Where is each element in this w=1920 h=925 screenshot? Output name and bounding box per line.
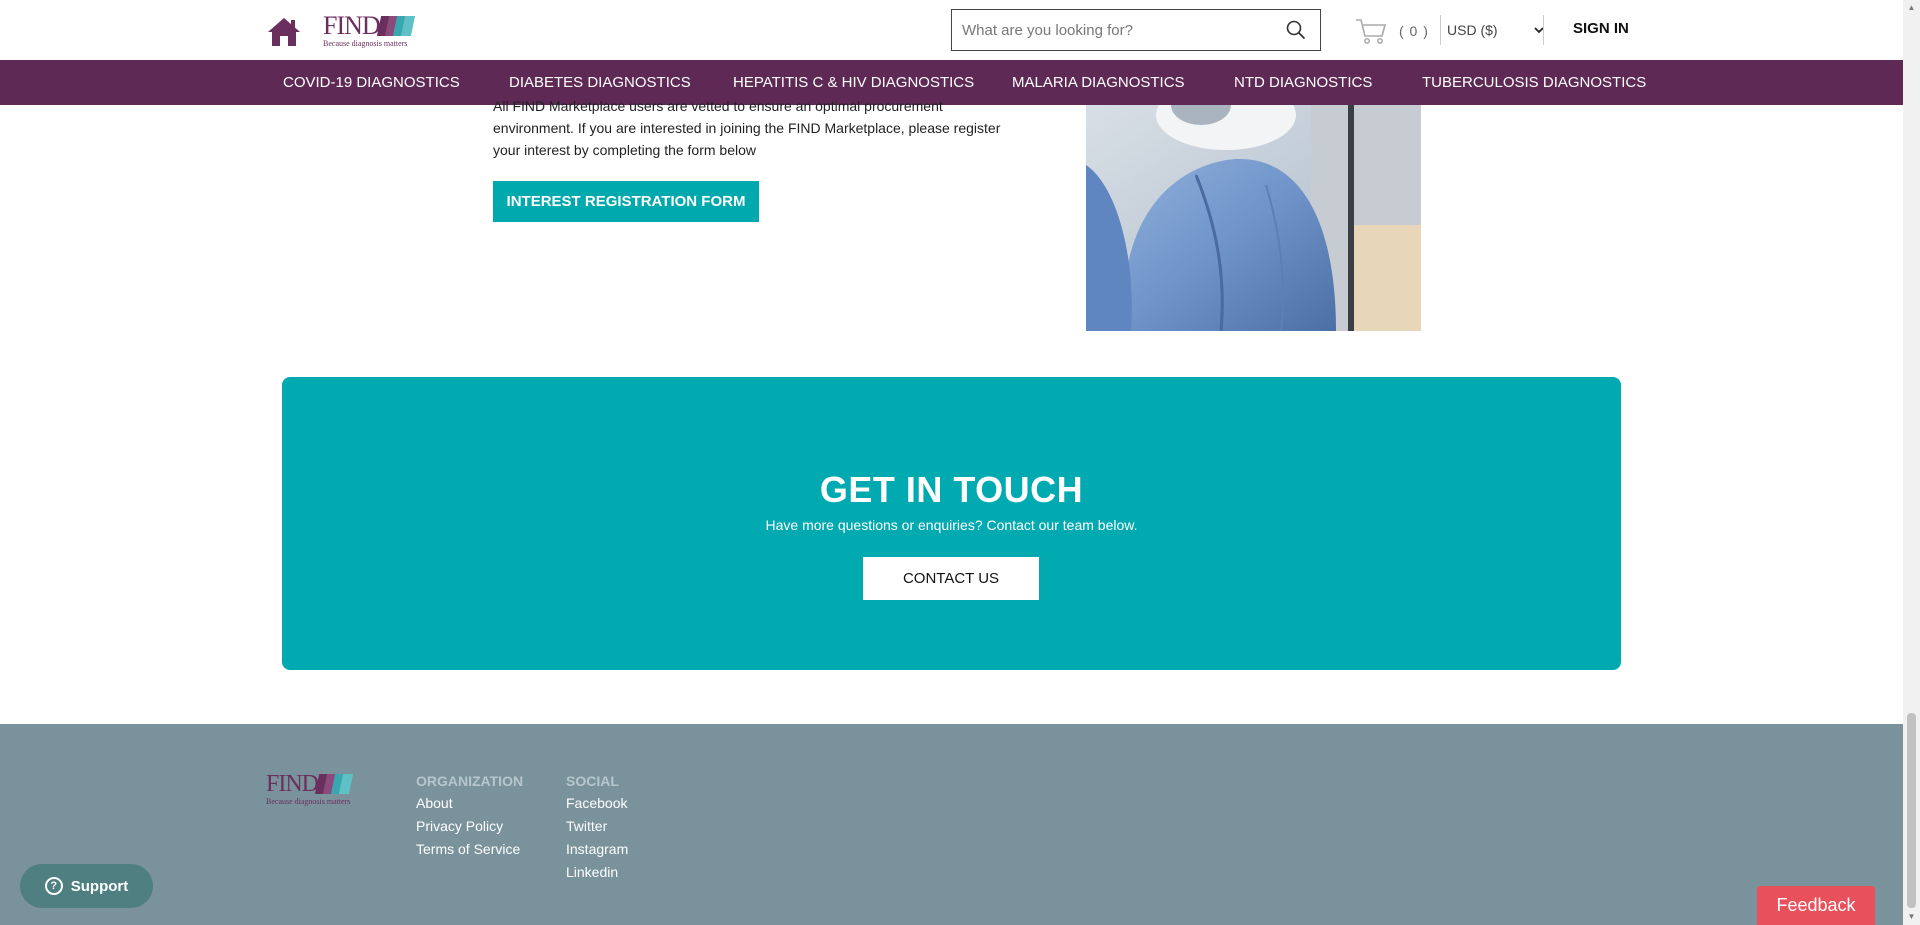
footer-link-about[interactable]: About	[416, 795, 523, 818]
nav-item-hepatitis-hiv[interactable]: HEPATITIS C & HIV DIAGNOSTICS	[733, 74, 974, 91]
logo-mark-icon	[314, 774, 354, 794]
footer-logo-tagline: Because diagnosis matters	[266, 797, 351, 806]
support-widget-button[interactable]: ? Support	[20, 864, 153, 908]
footer-organization-column: ORGANIZATION About Privacy Policy Terms …	[416, 773, 523, 864]
nav-item-covid[interactable]: COVID-19 DIAGNOSTICS	[283, 74, 460, 91]
lab-worker-photo	[1086, 105, 1421, 331]
support-label: Support	[70, 877, 129, 895]
sign-in-link[interactable]: SIGN IN	[1573, 20, 1629, 37]
nav-item-malaria[interactable]: MALARIA DIAGNOSTICS	[1012, 74, 1185, 91]
page-scrollbar[interactable]: ▲ ▼	[1903, 0, 1920, 925]
cart-button[interactable]: ( 0 )	[1355, 17, 1429, 45]
logo-tagline: Because diagnosis matters	[323, 39, 408, 48]
get-in-touch-banner: GET IN TOUCH Have more questions or enqu…	[282, 377, 1621, 670]
footer-link-linkedin[interactable]: Linkedin	[566, 864, 628, 887]
search-box	[951, 9, 1321, 51]
nav-item-diabetes[interactable]: DIABETES DIAGNOSTICS	[509, 74, 691, 91]
header-divider	[1440, 15, 1441, 45]
footer-logo-text: FIND	[266, 771, 319, 797]
footer-link-instagram[interactable]: Instagram	[566, 841, 628, 864]
home-icon[interactable]	[266, 16, 302, 48]
nav-item-tuberculosis[interactable]: TUBERCULOSIS DIAGNOSTICS	[1422, 74, 1646, 91]
logo-mark-icon	[376, 16, 415, 36]
footer-link-privacy-policy[interactable]: Privacy Policy	[416, 818, 523, 841]
get-in-touch-subtitle: Have more questions or enquiries? Contac…	[765, 517, 1138, 533]
footer-link-twitter[interactable]: Twitter	[566, 818, 628, 841]
site-footer: FIND Because diagnosis matters ORGANIZAT…	[0, 724, 1903, 925]
scroll-up-arrow-icon[interactable]: ▲	[1907, 3, 1916, 12]
footer-organization-heading: ORGANIZATION	[416, 773, 524, 789]
contact-us-button[interactable]: CONTACT US	[863, 557, 1039, 600]
scrollbar-thumb[interactable]	[1907, 713, 1916, 908]
currency-select[interactable]: USD ($)	[1447, 18, 1545, 42]
footer-link-facebook[interactable]: Facebook	[566, 795, 628, 818]
nav-item-ntd[interactable]: NTD DIAGNOSTICS	[1234, 74, 1372, 91]
currency-value: USD ($)	[1447, 22, 1498, 38]
cart-icon	[1356, 19, 1387, 44]
footer-social-heading: SOCIAL	[566, 773, 619, 789]
cart-count: ( 0 )	[1399, 23, 1429, 39]
footer-find-logo[interactable]: FIND Because diagnosis matters	[266, 772, 361, 808]
footer-link-terms-of-service[interactable]: Terms of Service	[416, 841, 523, 864]
header-divider	[1543, 15, 1544, 45]
help-icon: ?	[44, 877, 63, 895]
site-header: FIND Because diagnosis matters ( 0 ) USD…	[0, 0, 1903, 60]
footer-social-column: SOCIAL Facebook Twitter Instagram Linked…	[566, 773, 628, 887]
scroll-down-arrow-icon[interactable]: ▼	[1907, 912, 1916, 921]
search-icon[interactable]	[1286, 20, 1306, 40]
logo-text: FIND	[323, 11, 381, 40]
interest-registration-button[interactable]: INTEREST REGISTRATION FORM	[493, 181, 759, 222]
feedback-tab-button[interactable]: Feedback	[1757, 886, 1875, 925]
find-logo[interactable]: FIND Because diagnosis matters	[323, 11, 418, 50]
search-input[interactable]	[952, 10, 1272, 50]
registration-intro-text: All FIND Marketplace users are vetted to…	[493, 98, 1001, 158]
get-in-touch-title: GET IN TOUCH	[819, 469, 1084, 510]
